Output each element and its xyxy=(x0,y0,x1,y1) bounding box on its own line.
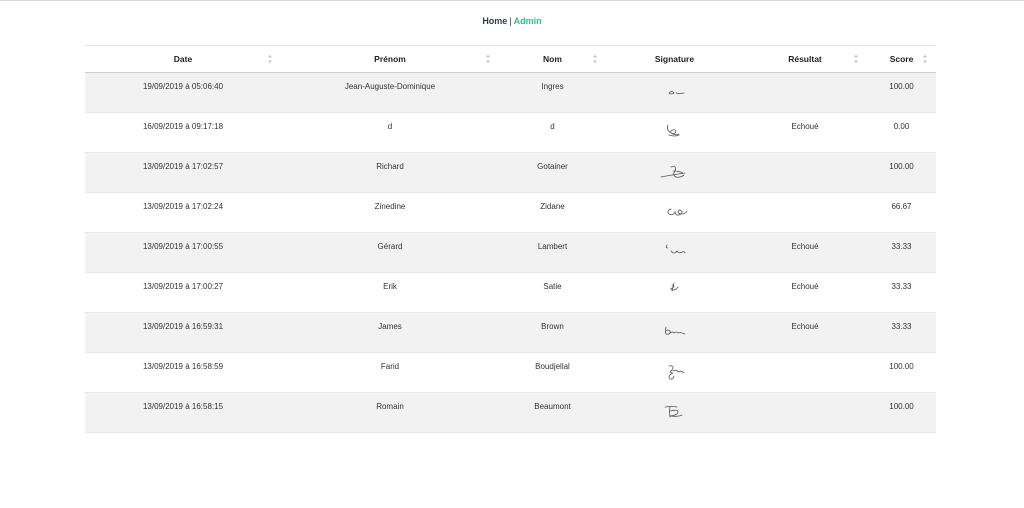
table-header-row: Date Prénom Nom Signature Résultat Score xyxy=(85,45,936,73)
results-table: Date Prénom Nom Signature Résultat Score… xyxy=(85,45,936,433)
column-header-prenom[interactable]: Prénom xyxy=(281,45,499,73)
table-row[interactable]: 13/09/2019 à 16:58:15 Romain Beaumont 10… xyxy=(85,392,936,433)
cell-signature xyxy=(606,73,743,113)
cell-score: 33.33 xyxy=(891,242,912,251)
nav-separator: | xyxy=(509,16,512,26)
sort-arrows-icon[interactable] xyxy=(593,54,598,64)
table-row[interactable]: 13/09/2019 à 16:58:59 Farid Boudjellal 1… xyxy=(85,352,936,393)
cell-signature xyxy=(606,353,743,393)
cell-score: 100.00 xyxy=(889,402,914,411)
cell-date: 13/09/2019 à 16:58:15 xyxy=(142,402,224,411)
column-header-label: Score xyxy=(889,54,914,64)
cell-prenom: Erik xyxy=(383,282,397,291)
table-row[interactable]: 16/09/2019 à 09:17:18 d d Echoué 0.00 xyxy=(85,112,936,153)
table-row[interactable]: 13/09/2019 à 16:59:31 James Brown Echoué… xyxy=(85,312,936,353)
cell-resultat: Echoué xyxy=(791,282,819,291)
signature-image xyxy=(668,91,684,95)
column-header-label: Nom xyxy=(543,54,562,64)
cell-prenom: Richard xyxy=(376,162,404,171)
table-row[interactable]: 13/09/2019 à 17:02:57 Richard Gotainer 1… xyxy=(85,152,936,193)
column-header-signature: Signature xyxy=(606,45,743,73)
signature-image xyxy=(664,406,682,418)
cell-resultat: Echoué xyxy=(791,242,819,251)
cell-score: 0.00 xyxy=(893,122,910,131)
signature-image xyxy=(665,244,685,254)
column-header-label: Date xyxy=(173,54,193,64)
cell-signature xyxy=(606,233,743,273)
cell-prenom: James xyxy=(378,322,402,331)
cell-resultat: Echoué xyxy=(791,122,819,131)
top-border xyxy=(0,0,1024,1)
cell-score: 100.00 xyxy=(889,362,914,371)
cell-score: 66.67 xyxy=(891,202,912,211)
cell-resultat xyxy=(743,153,867,193)
cell-prenom: d xyxy=(387,122,393,131)
cell-nom: Beaumont xyxy=(534,402,571,411)
column-header-label: Signature xyxy=(654,54,695,64)
cell-date: 16/09/2019 à 09:17:18 xyxy=(142,122,224,131)
cell-nom: Gotainer xyxy=(537,162,568,171)
signature-image xyxy=(664,326,685,335)
cell-score: 100.00 xyxy=(889,162,914,171)
nav-link-home[interactable]: Home xyxy=(482,16,507,26)
signature-image xyxy=(668,365,684,380)
cell-score: 33.33 xyxy=(891,282,912,291)
cell-date: 13/09/2019 à 16:58:59 xyxy=(142,362,224,371)
cell-signature xyxy=(606,113,743,153)
cell-score: 33.33 xyxy=(891,322,912,331)
signature-image xyxy=(666,124,679,137)
cell-signature xyxy=(606,393,743,433)
cell-resultat xyxy=(743,353,867,393)
cell-nom: Boudjellal xyxy=(535,362,570,371)
nav-link-admin[interactable]: Admin xyxy=(514,16,542,26)
column-header-label: Résultat xyxy=(788,54,822,64)
signature-image xyxy=(660,166,685,178)
cell-date: 13/09/2019 à 17:00:27 xyxy=(142,282,224,291)
signature-image xyxy=(669,282,678,292)
top-nav: Home | Admin xyxy=(0,16,1024,26)
column-header-nom[interactable]: Nom xyxy=(499,45,606,73)
sort-arrows-icon[interactable] xyxy=(268,54,273,64)
column-header-resultat[interactable]: Résultat xyxy=(743,45,867,73)
cell-nom: Lambert xyxy=(537,242,568,251)
table-row[interactable]: 13/09/2019 à 17:00:55 Gérard Lambert Ech… xyxy=(85,232,936,273)
cell-prenom: Gérard xyxy=(377,242,403,251)
cell-date: 13/09/2019 à 17:02:57 xyxy=(142,162,224,171)
cell-prenom: Zinedine xyxy=(374,202,406,211)
column-header-label: Prénom xyxy=(374,54,406,64)
cell-date: 13/09/2019 à 16:59:31 xyxy=(142,322,224,331)
cell-date: 13/09/2019 à 17:00:55 xyxy=(142,242,224,251)
cell-date: 19/09/2019 à 05:06:40 xyxy=(142,82,224,91)
table-row[interactable]: 19/09/2019 à 05:06:40 Jean-Auguste-Domin… xyxy=(85,72,936,113)
column-header-date[interactable]: Date xyxy=(85,45,281,73)
sort-arrows-icon[interactable] xyxy=(923,54,928,64)
cell-signature xyxy=(606,153,743,193)
cell-nom: Brown xyxy=(541,322,564,331)
results-table-container: Date Prénom Nom Signature Résultat Score… xyxy=(85,45,936,433)
cell-nom: Ingres xyxy=(541,82,564,91)
column-header-score[interactable]: Score xyxy=(867,45,936,73)
cell-resultat xyxy=(743,73,867,113)
cell-resultat xyxy=(743,193,867,233)
table-row[interactable]: 13/09/2019 à 17:00:27 Erik Satie Echoué … xyxy=(85,272,936,313)
cell-prenom: Jean-Auguste-Dominique xyxy=(344,82,436,91)
cell-nom: d xyxy=(550,122,555,131)
cell-resultat: Echoué xyxy=(791,322,819,331)
cell-signature xyxy=(606,193,743,233)
sort-arrows-icon[interactable] xyxy=(854,54,859,64)
cell-nom: Zidane xyxy=(540,202,565,211)
cell-nom: Satie xyxy=(543,282,562,291)
cell-resultat xyxy=(743,393,867,433)
cell-prenom: Romain xyxy=(376,402,404,411)
table-row[interactable]: 13/09/2019 à 17:02:24 Zinedine Zidane 66… xyxy=(85,192,936,233)
cell-prenom: Farid xyxy=(380,362,400,371)
cell-signature xyxy=(606,313,743,353)
cell-score: 100.00 xyxy=(889,82,914,91)
sort-arrows-icon[interactable] xyxy=(486,54,491,64)
signature-image xyxy=(666,208,687,216)
cell-signature xyxy=(606,273,743,313)
cell-date: 13/09/2019 à 17:02:24 xyxy=(142,202,224,211)
